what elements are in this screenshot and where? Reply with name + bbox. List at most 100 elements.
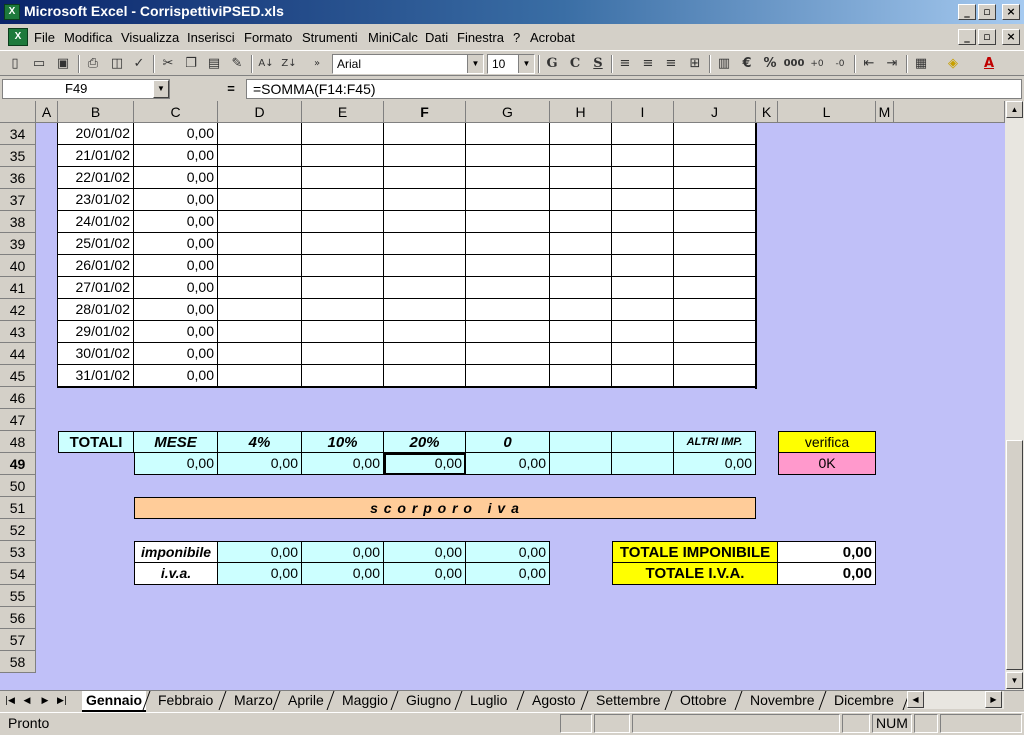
cell[interactable] bbox=[612, 189, 674, 211]
row-header[interactable]: 53 bbox=[0, 541, 36, 563]
sheet-tab[interactable]: Settembre bbox=[592, 691, 665, 710]
bold-button[interactable]: G bbox=[541, 54, 563, 74]
row-header[interactable]: 47 bbox=[0, 409, 36, 431]
column-header[interactable]: A bbox=[36, 101, 58, 123]
cell[interactable] bbox=[218, 365, 302, 387]
column-header[interactable]: H bbox=[550, 101, 612, 123]
cell[interactable] bbox=[218, 299, 302, 321]
totals-value[interactable]: 0,00 bbox=[466, 453, 550, 475]
cell[interactable] bbox=[302, 145, 384, 167]
cell[interactable] bbox=[384, 277, 466, 299]
cell[interactable] bbox=[612, 167, 674, 189]
menu-finestra[interactable]: Finestra bbox=[457, 30, 504, 45]
totals-header[interactable] bbox=[612, 431, 674, 453]
row-header[interactable]: 52 bbox=[0, 519, 36, 541]
formula-input[interactable]: =SOMMA(F14:F45) bbox=[246, 79, 1022, 99]
row-header[interactable]: 57 bbox=[0, 629, 36, 651]
cell[interactable] bbox=[612, 233, 674, 255]
sheet-tab[interactable]: Agosto bbox=[528, 691, 580, 710]
row-header[interactable]: 51 bbox=[0, 497, 36, 519]
amount-cell[interactable]: 0,00 bbox=[134, 233, 218, 255]
cell[interactable] bbox=[384, 299, 466, 321]
restore-button[interactable]: ▫ bbox=[978, 4, 996, 20]
menu-minicalc[interactable]: MiniCalc bbox=[368, 30, 418, 45]
cell[interactable] bbox=[674, 365, 756, 387]
column-header[interactable]: L bbox=[778, 101, 876, 123]
cell[interactable] bbox=[550, 211, 612, 233]
row-header[interactable]: 39 bbox=[0, 233, 36, 255]
cell[interactable] bbox=[550, 233, 612, 255]
cell[interactable] bbox=[218, 211, 302, 233]
chevron-down-icon[interactable]: ▼ bbox=[153, 80, 169, 98]
sheet-tab[interactable]: Maggio bbox=[338, 691, 392, 710]
amount-cell[interactable]: 0,00 bbox=[134, 123, 218, 145]
amount-cell[interactable]: 0,00 bbox=[134, 167, 218, 189]
verifica-status[interactable]: 0K bbox=[778, 453, 876, 475]
menu-file[interactable]: File bbox=[34, 30, 55, 45]
cell[interactable] bbox=[612, 321, 674, 343]
sheet-tab[interactable]: Febbraio bbox=[154, 691, 217, 710]
select-all-corner[interactable] bbox=[0, 101, 36, 123]
percent-button[interactable]: % bbox=[759, 54, 781, 74]
euro-button[interactable]: € bbox=[736, 54, 758, 74]
totals-value[interactable]: 0,00 bbox=[674, 453, 756, 475]
cell[interactable] bbox=[218, 233, 302, 255]
cell[interactable] bbox=[384, 233, 466, 255]
thousands-button[interactable]: 000 bbox=[783, 54, 805, 74]
cell[interactable] bbox=[384, 321, 466, 343]
doc-restore-button[interactable]: ▫ bbox=[978, 29, 996, 45]
summary-value[interactable]: 0,00 bbox=[778, 541, 876, 563]
totals-header[interactable]: 20% bbox=[384, 431, 466, 453]
summary-label[interactable]: TOTALE IMPONIBILE bbox=[612, 541, 778, 563]
cell[interactable] bbox=[612, 365, 674, 387]
cell[interactable] bbox=[302, 123, 384, 145]
chevron-down-icon[interactable]: ▼ bbox=[467, 55, 483, 73]
cell[interactable] bbox=[674, 189, 756, 211]
align-right-icon[interactable]: ≡ bbox=[660, 54, 682, 74]
breakdown-value[interactable]: 0,00 bbox=[302, 563, 384, 585]
print-icon[interactable]: ⎙ bbox=[82, 54, 104, 74]
totals-header[interactable]: 4% bbox=[218, 431, 302, 453]
summary-label[interactable]: TOTALE I.V.A. bbox=[612, 563, 778, 585]
totals-label[interactable]: TOTALI bbox=[58, 431, 134, 453]
column-header[interactable]: E bbox=[302, 101, 384, 123]
totals-value[interactable]: 0,00 bbox=[134, 453, 218, 475]
totals-value[interactable]: 0,00 bbox=[218, 453, 302, 475]
row-header[interactable]: 42 bbox=[0, 299, 36, 321]
sheet-tab[interactable]: Dicembre bbox=[830, 691, 898, 710]
cell[interactable] bbox=[218, 321, 302, 343]
horizontal-scrollbar[interactable]: ◀ ▶ bbox=[907, 691, 1004, 709]
cell[interactable] bbox=[466, 211, 550, 233]
italic-button[interactable]: C bbox=[564, 54, 586, 74]
cell[interactable] bbox=[466, 277, 550, 299]
totals-header[interactable]: 0 bbox=[466, 431, 550, 453]
sheet-tab[interactable]: Gennaio bbox=[82, 691, 147, 712]
merge-center-icon[interactable]: ⊞ bbox=[684, 54, 706, 74]
scroll-left-icon[interactable]: ◀ bbox=[907, 691, 924, 708]
cell[interactable] bbox=[384, 255, 466, 277]
totals-value[interactable] bbox=[612, 453, 674, 475]
menu-visualizza[interactable]: Visualizza bbox=[121, 30, 179, 45]
spreadsheet-grid[interactable]: ABCDEFGHIJKLMN 3435363738394041424344454… bbox=[0, 101, 1005, 690]
row-header[interactable]: 44 bbox=[0, 343, 36, 365]
totals-header[interactable]: MESE bbox=[134, 431, 218, 453]
breakdown-value[interactable]: 0,00 bbox=[384, 541, 466, 563]
cell[interactable] bbox=[302, 189, 384, 211]
cell[interactable] bbox=[674, 343, 756, 365]
cell[interactable] bbox=[302, 343, 384, 365]
doc-minimize-button[interactable]: _ bbox=[958, 29, 976, 45]
date-cell[interactable]: 25/01/02 bbox=[58, 233, 134, 255]
cell[interactable] bbox=[384, 145, 466, 167]
totals-header[interactable]: ALTRI IMP. bbox=[674, 431, 756, 453]
cell[interactable] bbox=[466, 343, 550, 365]
spelling-icon[interactable]: ✓ bbox=[128, 54, 150, 74]
cell[interactable] bbox=[218, 277, 302, 299]
totals-value[interactable]: 0,00 bbox=[302, 453, 384, 475]
cell[interactable] bbox=[550, 145, 612, 167]
row-header[interactable]: 43 bbox=[0, 321, 36, 343]
cut-icon[interactable]: ✂ bbox=[157, 54, 179, 74]
excel-icon[interactable]: X bbox=[4, 4, 20, 20]
font-color-icon[interactable]: A bbox=[978, 54, 1000, 74]
date-cell[interactable]: 20/01/02 bbox=[58, 123, 134, 145]
row-header[interactable]: 45 bbox=[0, 365, 36, 387]
